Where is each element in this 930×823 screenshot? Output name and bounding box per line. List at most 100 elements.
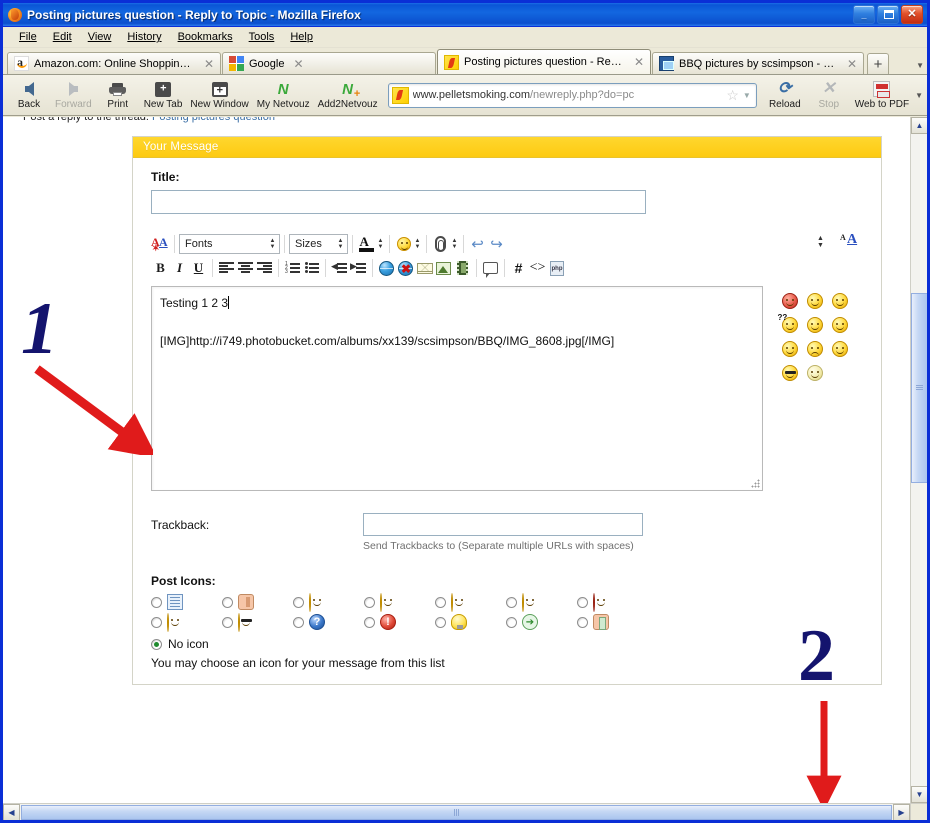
- posticon-big-grin[interactable]: [293, 593, 364, 612]
- align-center-icon[interactable]: [236, 259, 255, 278]
- insert-hash-icon[interactable]: #: [509, 259, 528, 278]
- menu-history[interactable]: History: [119, 29, 169, 45]
- posticon-angry[interactable]: [577, 593, 648, 612]
- scroll-left-button[interactable]: ◀: [3, 803, 20, 820]
- toggle-editor-mode-icon[interactable]: AA: [840, 232, 859, 251]
- smilie-chevron-icon[interactable]: ▲ ▼: [413, 238, 422, 250]
- smilie-happy[interactable]: [827, 313, 852, 337]
- tab-photobucket-close-icon[interactable]: ✕: [847, 57, 857, 71]
- breadcrumb-thread-link[interactable]: Posting pictures question: [152, 117, 275, 123]
- smilie-smile[interactable]: [827, 289, 852, 313]
- no-icon-option[interactable]: No icon: [151, 637, 863, 651]
- insert-link-icon[interactable]: [377, 259, 396, 278]
- attachment-icon[interactable]: [431, 235, 450, 254]
- smilie-frown[interactable]: [802, 337, 827, 361]
- menu-bookmarks[interactable]: Bookmarks: [170, 29, 241, 45]
- remove-link-icon[interactable]: [396, 259, 415, 278]
- address-bar[interactable]: www.pelletsmoking.com/newreply.php?do=pc…: [387, 82, 757, 108]
- posticon-cool-radio[interactable]: [222, 616, 233, 628]
- align-right-icon[interactable]: [255, 259, 274, 278]
- menu-view[interactable]: View: [80, 29, 120, 45]
- spell-check-icon[interactable]: A A ✶: [151, 235, 170, 254]
- reload-button[interactable]: ⟳ Reload: [763, 80, 807, 111]
- posticon-lightbulb[interactable]: [435, 614, 506, 630]
- font-family-select[interactable]: Fonts ▲ ▼: [179, 234, 280, 254]
- stop-button[interactable]: ✕ Stop: [807, 80, 851, 111]
- posticon-smile[interactable]: [364, 593, 435, 612]
- undo-icon[interactable]: ↩: [468, 235, 487, 254]
- tab-amazon[interactable]: Amazon.com: Online Shopping for ... ✕: [7, 52, 221, 74]
- print-button[interactable]: Print: [96, 80, 140, 111]
- outdent-icon[interactable]: ◀: [330, 259, 349, 278]
- insert-php-icon[interactable]: [547, 259, 566, 278]
- bold-icon[interactable]: B: [151, 259, 170, 278]
- tab-list-chevron-down-icon[interactable]: ▼: [916, 61, 924, 70]
- history-chevron-down-icon[interactable]: ▼: [743, 91, 753, 100]
- posticon-question[interactable]: [293, 614, 364, 630]
- tab-google-close-icon[interactable]: ✕: [293, 57, 303, 71]
- new-window-button[interactable]: + New Window: [186, 80, 252, 111]
- smilie-tongue[interactable]: [802, 289, 827, 313]
- posticon-cool[interactable]: [222, 613, 293, 632]
- menu-edit[interactable]: Edit: [45, 29, 80, 45]
- horizontal-scrollbar[interactable]: ◀ ▶: [3, 803, 910, 820]
- redo-icon[interactable]: ↪: [487, 235, 506, 254]
- posticon-big-grin-radio[interactable]: [293, 596, 304, 608]
- no-icon-radio[interactable]: [151, 638, 162, 650]
- posticon-angry-radio[interactable]: [577, 596, 588, 608]
- tab-reply-to-topic[interactable]: Posting pictures question - Reply t... ✕: [437, 49, 651, 74]
- posticon-happy[interactable]: [151, 613, 222, 632]
- insert-code-icon[interactable]: <>: [528, 259, 547, 278]
- scroll-up-button[interactable]: ▲: [911, 117, 927, 134]
- posticon-grin-radio[interactable]: [435, 596, 446, 608]
- vertical-scrollbar[interactable]: ▲ ▼: [910, 117, 927, 803]
- tab-google[interactable]: Google ✕: [222, 52, 436, 74]
- my-netvouz-button[interactable]: N My Netvouz: [253, 80, 314, 111]
- smilie-angry[interactable]: [777, 289, 802, 313]
- attachment-chevron-icon[interactable]: ▲ ▼: [450, 238, 459, 250]
- insert-video-icon[interactable]: [453, 259, 472, 278]
- tab-reply-to-topic-close-icon[interactable]: ✕: [634, 55, 644, 69]
- message-textarea[interactable]: Testing 1 2 3 [IMG]http://i749.photobuck…: [151, 286, 763, 491]
- resize-grip[interactable]: [751, 479, 760, 488]
- ordered-list-icon[interactable]: 123: [283, 259, 302, 278]
- horizontal-scroll-thumb[interactable]: [21, 804, 892, 820]
- unordered-list-icon[interactable]: [302, 259, 321, 278]
- forward-button[interactable]: Forward: [51, 80, 96, 111]
- posticon-lightbulb-radio[interactable]: [435, 616, 446, 628]
- smilie-big-grin[interactable]: [777, 337, 802, 361]
- posticon-smile-radio[interactable]: [364, 596, 375, 608]
- smilie-neutral[interactable]: [802, 361, 827, 385]
- scroll-down-button[interactable]: ▼: [911, 786, 927, 803]
- trackback-input[interactable]: [363, 513, 643, 536]
- vertical-scroll-thumb[interactable]: [911, 293, 927, 483]
- posticon-thumbs-down[interactable]: [222, 594, 293, 610]
- close-button[interactable]: ✕: [901, 5, 923, 24]
- smilie-cool[interactable]: [777, 361, 802, 385]
- indent-icon[interactable]: ▶: [349, 259, 368, 278]
- smilie-confused[interactable]: [777, 313, 802, 337]
- menu-file[interactable]: File: [11, 29, 45, 45]
- font-color-chevron-icon[interactable]: ▲ ▼: [376, 238, 385, 250]
- font-size-select[interactable]: Sizes ▲ ▼: [289, 234, 348, 254]
- insert-email-icon[interactable]: [415, 259, 434, 278]
- posticon-grin[interactable]: [435, 593, 506, 612]
- posticon-wink-radio[interactable]: [506, 596, 517, 608]
- posticon-thumbs-up-radio[interactable]: [577, 616, 588, 628]
- menu-help[interactable]: Help: [282, 29, 321, 45]
- posticon-arrow-radio[interactable]: [506, 616, 517, 628]
- italic-icon[interactable]: I: [170, 259, 189, 278]
- smilie-wink[interactable]: [802, 313, 827, 337]
- new-tab-button[interactable]: +: [867, 53, 889, 74]
- bookmark-star-icon[interactable]: ☆: [726, 87, 739, 104]
- menu-tools[interactable]: Tools: [241, 29, 283, 45]
- toolbar-overflow-chevron-icon[interactable]: ▼: [913, 91, 923, 100]
- toggle-wrap-icon[interactable]: ▲ ▼: [811, 232, 830, 251]
- posticon-exclamation[interactable]: [364, 614, 435, 630]
- tab-amazon-close-icon[interactable]: ✕: [204, 57, 214, 71]
- font-color-icon[interactable]: A: [357, 234, 376, 254]
- posticon-thumbs-up[interactable]: [577, 614, 648, 630]
- posticon-document-radio[interactable]: [151, 596, 162, 608]
- add2netvouz-button[interactable]: N + Add2Netvouz: [314, 80, 382, 111]
- align-left-icon[interactable]: [217, 259, 236, 278]
